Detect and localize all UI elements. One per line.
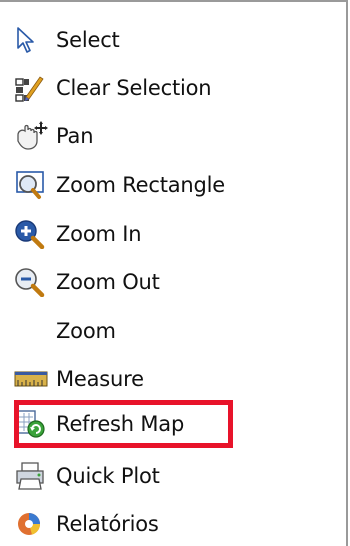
menu-item-relatorios[interactable]: Relatórios [14,502,334,546]
menu-item-label: Select [56,27,120,52]
empty-icon-slot [14,311,56,351]
menu-item-label: Measure [56,366,144,391]
menu-item-pan[interactable]: Pan [14,114,334,158]
reports-icon [14,504,56,544]
menu-item-zoom[interactable]: Zoom [14,309,334,353]
menu-item-label: Clear Selection [56,75,212,100]
menu-item-label: Zoom In [56,221,142,246]
menu-item-label: Pan [56,123,94,148]
select-arrow-icon [14,20,56,60]
highlight-frame-refresh-map [14,400,233,448]
menu-item-select[interactable]: Select [14,18,334,62]
menu-item-clear-selection[interactable]: Clear Selection [14,66,334,110]
measure-ruler-icon [14,359,56,399]
menu-item-zoom-out[interactable]: Zoom Out [14,260,334,304]
menu-item-label: Zoom Rectangle [56,172,226,197]
menu-item-label: Zoom Out [56,269,160,294]
zoom-out-icon [14,262,56,302]
menu-item-measure[interactable]: Measure [14,357,334,401]
menu-border-right [346,0,348,546]
menu-item-zoom-rectangle[interactable]: Zoom Rectangle [14,163,334,207]
clear-selection-icon [14,68,56,108]
menu-item-label: Relatórios [56,511,159,536]
menu-item-quick-plot[interactable]: Quick Plot [14,454,334,498]
menu-item-label: Quick Plot [56,463,160,488]
pan-hand-icon [14,116,56,156]
menu-item-zoom-in[interactable]: Zoom In [14,212,334,256]
menu-item-label: Zoom [56,318,116,343]
zoom-in-icon [14,214,56,254]
quick-plot-icon [14,456,56,496]
menu-border-top [0,0,348,2]
zoom-rectangle-icon [14,165,56,205]
context-menu: Select Clear Selection Pan Zoom Rectangl… [0,0,350,546]
